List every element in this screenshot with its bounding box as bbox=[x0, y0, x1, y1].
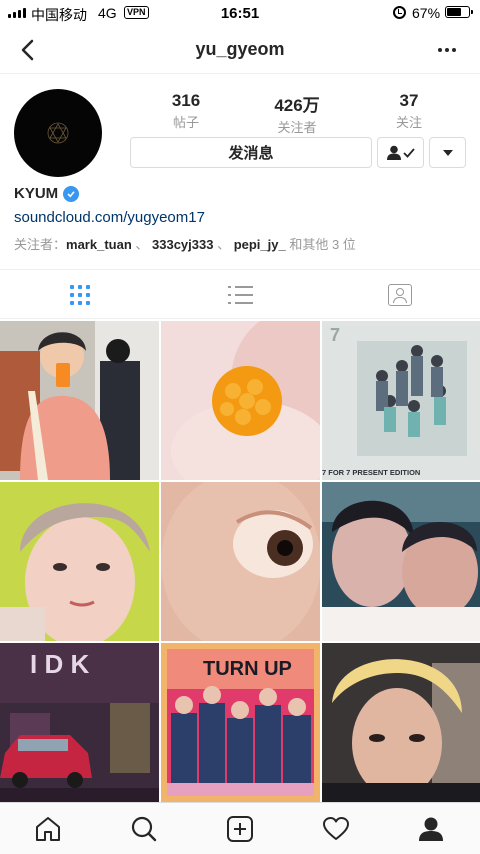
top-nav-bar: yu_gyeom bbox=[0, 26, 480, 74]
profile-icon bbox=[419, 817, 443, 841]
posts-number: 316 bbox=[171, 91, 201, 110]
heart-icon bbox=[323, 817, 349, 840]
more-horizontal-icon bbox=[438, 48, 442, 52]
following-toggle-button[interactable] bbox=[377, 137, 424, 168]
activity-tab[interactable] bbox=[320, 813, 352, 845]
followed-by-suffix: 和其他 3 位 bbox=[289, 237, 356, 252]
posts-count[interactable]: 316 帖子 bbox=[141, 91, 231, 131]
message-button[interactable]: 发消息 bbox=[130, 137, 372, 168]
followed-by-user[interactable]: 333cyj333 bbox=[152, 237, 213, 252]
following-count[interactable]: 37 关注 bbox=[364, 91, 454, 131]
avatar[interactable] bbox=[14, 89, 102, 177]
separator: 、 bbox=[131, 237, 152, 252]
more-options-button[interactable] bbox=[438, 48, 456, 52]
followers-number: 426万 bbox=[274, 96, 320, 115]
photo-thumbnail[interactable]: TURN UP bbox=[161, 643, 320, 802]
posts-label: 帖子 bbox=[172, 115, 199, 130]
verified-badge-icon bbox=[63, 185, 80, 202]
profile-name: KYUM bbox=[14, 185, 59, 202]
album-title-text: TURN UP bbox=[203, 658, 292, 680]
followed-by-user[interactable]: mark_tuan bbox=[66, 237, 132, 252]
followed-by-text[interactable]: 关注者：mark_tuan 、 333cyj333 、 pepi_jy_ 和其他… bbox=[14, 234, 356, 253]
following-label: 关注 bbox=[395, 115, 422, 130]
profile-tab[interactable] bbox=[415, 813, 447, 845]
chevron-down-icon bbox=[442, 149, 453, 156]
search-icon bbox=[131, 816, 157, 842]
tagged-icon bbox=[388, 284, 412, 306]
followers-label: 关注者 bbox=[277, 120, 317, 135]
add-icon bbox=[227, 816, 253, 842]
photo-thumbnail[interactable] bbox=[322, 482, 480, 641]
album-caption: 7 FOR 7 PRESENT EDITION bbox=[322, 468, 420, 477]
followed-by-prefix: 关注者： bbox=[14, 237, 67, 252]
separator: 、 bbox=[213, 237, 234, 252]
photo-thumbnail[interactable] bbox=[322, 643, 480, 802]
photo-thumbnail[interactable] bbox=[0, 321, 159, 480]
alarm-icon bbox=[393, 6, 406, 19]
photo-thumbnail[interactable] bbox=[161, 482, 320, 641]
avatar-emblem-icon bbox=[47, 122, 69, 144]
home-tab[interactable] bbox=[32, 813, 64, 845]
tab-grid[interactable] bbox=[0, 270, 160, 320]
svg-text:7: 7 bbox=[330, 325, 340, 345]
bottom-tab-bar bbox=[0, 802, 480, 854]
battery-percent: 67% bbox=[412, 5, 441, 21]
search-tab[interactable] bbox=[128, 813, 160, 845]
status-time: 16:51 bbox=[220, 5, 260, 22]
photo-thumbnail[interactable]: 7 7 FOR 7 PRESENT EDITION bbox=[322, 321, 480, 480]
photo-thumbnail[interactable] bbox=[161, 321, 320, 480]
status-bar: 中国移动 4G VPN 16:51 67% bbox=[0, 0, 480, 26]
photo-thumbnail[interactable] bbox=[0, 482, 159, 641]
user-check-icon bbox=[386, 145, 415, 160]
album-title-text: I D K bbox=[30, 649, 89, 679]
username-title: yu_gyeom bbox=[195, 39, 285, 59]
profile-name-row: KYUM bbox=[14, 185, 80, 202]
photo-thumbnail[interactable]: I D K bbox=[0, 643, 159, 802]
add-post-tab[interactable] bbox=[224, 813, 256, 845]
profile-tabs bbox=[0, 269, 480, 319]
tab-list[interactable] bbox=[160, 270, 320, 320]
following-number: 37 bbox=[399, 91, 419, 110]
suggestions-dropdown-button[interactable] bbox=[429, 137, 466, 168]
battery-icon bbox=[445, 6, 473, 18]
list-icon bbox=[227, 286, 253, 304]
grid-icon bbox=[70, 285, 90, 305]
followed-by-user[interactable]: pepi_jy_ bbox=[234, 237, 286, 252]
profile-website-link[interactable]: soundcloud.com/yugyeom17 bbox=[14, 209, 205, 226]
tab-tagged[interactable] bbox=[320, 270, 480, 320]
followers-count[interactable]: 426万 关注者 bbox=[252, 91, 342, 136]
home-icon bbox=[36, 817, 60, 841]
